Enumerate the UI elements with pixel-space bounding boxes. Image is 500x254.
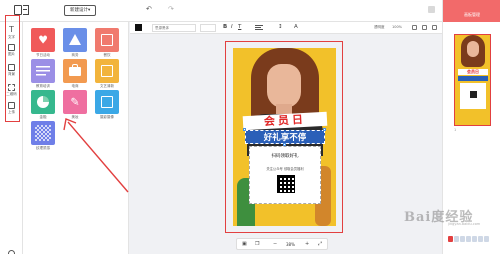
- template-category-festival[interactable]: ♥ 节日活动: [31, 28, 55, 58]
- underline-button[interactable]: T: [238, 24, 241, 31]
- ime-icon: [478, 236, 483, 242]
- opacity-label: 透明度: [374, 25, 385, 29]
- tile-label: 商务: [71, 53, 79, 57]
- redo-icon[interactable]: ↷: [168, 5, 174, 13]
- ime-icon: [466, 236, 471, 242]
- template-category-fresh[interactable]: 文艺清新: [95, 59, 119, 89]
- fit-screen-icon[interactable]: ▣: [242, 241, 247, 248]
- tile-square: [95, 90, 119, 114]
- sidebar-item-help[interactable]: 帮助: [3, 250, 20, 254]
- template-category-business[interactable]: 商务: [63, 28, 87, 58]
- ime-toolbar[interactable]: [448, 236, 496, 244]
- page-manager-header[interactable]: 画板管理: [443, 0, 500, 22]
- font-family-select[interactable]: 思源黑体: [152, 24, 196, 32]
- help-icon: [8, 250, 15, 254]
- preview-icon[interactable]: [428, 6, 435, 13]
- photo-icon: [101, 96, 113, 108]
- annotation-arrow: [63, 118, 129, 193]
- font-size-select[interactable]: [200, 24, 216, 32]
- thumb-qrcode: [470, 91, 477, 98]
- page-thumbnail[interactable]: 会员日: [454, 34, 491, 126]
- page-number: 1: [454, 128, 457, 132]
- ime-logo-icon: [448, 236, 453, 242]
- top-bar: 新建设计▾ ↶ ↷: [0, 0, 500, 22]
- duplicate-page-icon[interactable]: ❐: [255, 241, 259, 248]
- tile-label: 电商: [71, 84, 79, 88]
- zoom-in-button[interactable]: +: [305, 241, 309, 248]
- ime-icon: [472, 236, 477, 242]
- zoom-level[interactable]: 38%: [286, 241, 295, 248]
- format-toolbar: 思源黑体 B I T ↕ A 透明度 100%: [130, 22, 442, 34]
- frame-icon: [101, 65, 113, 77]
- tile-square: [63, 59, 87, 83]
- zoom-out-button[interactable]: −: [273, 241, 277, 248]
- tile-label: 教育培训: [36, 84, 50, 88]
- tile-label: 文艺清新: [100, 84, 114, 88]
- template-category-education[interactable]: 教育培训: [31, 59, 55, 89]
- zoom-toolbar: ▣ ❐ − 38% + ⤢: [236, 238, 328, 250]
- tile-label: 节日活动: [36, 53, 50, 57]
- undo-icon[interactable]: ↶: [146, 5, 152, 13]
- tile-square: [31, 90, 55, 114]
- logo-mark-icon-2: [23, 5, 29, 15]
- thumb-card: [460, 83, 486, 109]
- text-color-swatch[interactable]: [135, 24, 142, 31]
- baidu-watermark-url: jingyan.baidu.com: [448, 222, 481, 226]
- align-icon[interactable]: [255, 24, 269, 31]
- bag-icon: [69, 64, 81, 76]
- ime-icon: [484, 236, 489, 242]
- thumb-face: [467, 41, 479, 57]
- tile-label: 餐饮: [103, 53, 111, 57]
- pencil-icon: ✎: [70, 95, 80, 109]
- copy-icon[interactable]: [412, 25, 417, 30]
- template-category-food[interactable]: 餐饮: [95, 28, 119, 58]
- text-effect-button[interactable]: A: [294, 24, 298, 31]
- lock-icon[interactable]: [422, 25, 427, 30]
- heart-icon: ♥: [38, 33, 48, 47]
- list-icon: [36, 66, 50, 76]
- tile-square: [95, 28, 119, 52]
- ime-icon: [454, 236, 459, 242]
- tile-square: [63, 28, 87, 52]
- tile-square: ✎: [63, 90, 87, 114]
- annotation-highlight-box: [5, 15, 20, 122]
- grid-icon: [101, 34, 113, 46]
- pie-chart-icon: [37, 96, 49, 108]
- fullscreen-icon[interactable]: ⤢: [318, 241, 322, 248]
- template-category-ecommerce[interactable]: 电商: [63, 59, 87, 89]
- annotation-highlight-box: [225, 41, 343, 233]
- tile-square: [95, 59, 119, 83]
- spacing-button[interactable]: ↕: [278, 24, 283, 31]
- ime-icon: [460, 236, 465, 242]
- italic-button[interactable]: I: [231, 24, 233, 31]
- tile-square: [31, 59, 55, 83]
- triangle-icon: [69, 34, 81, 45]
- opacity-select[interactable]: 100%: [392, 24, 402, 31]
- new-design-button[interactable]: 新建设计▾: [64, 5, 97, 16]
- tile-square: ♥: [31, 28, 55, 52]
- logo-mark-icon: [14, 5, 22, 15]
- bold-button[interactable]: B: [223, 24, 227, 31]
- thumb-title: 会员日: [458, 69, 488, 75]
- thumb-subtitle-band: [458, 76, 488, 81]
- delete-icon[interactable]: [432, 25, 437, 30]
